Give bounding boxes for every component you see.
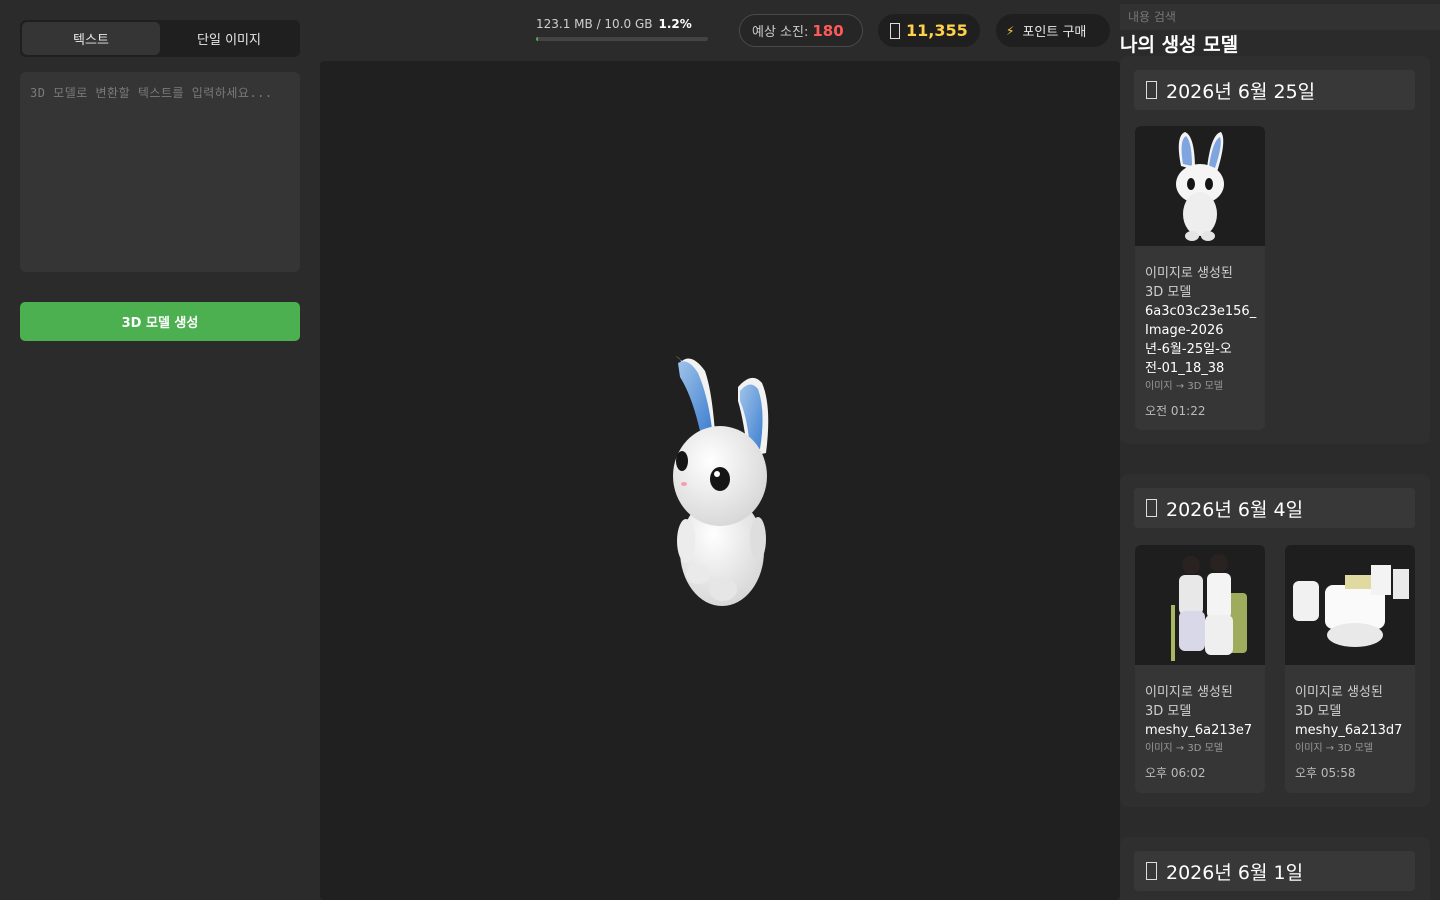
generate-3d-button[interactable]: 3D 모델 생성 [20, 302, 300, 341]
calendar-icon [1146, 499, 1157, 517]
date-group-header: 2026년 6월 25일 [1134, 70, 1415, 110]
card-source-line: 이미지로 생성된 [1145, 266, 1233, 281]
date-group: 2026년 6월 1일 [1120, 837, 1430, 900]
app-root: 텍스트 단일 이미지 3D 모델 생성 123.1 MB / 10.0 GB 1.… [0, 0, 1440, 900]
card-time: 오후 06:02 [1145, 766, 1206, 780]
left-panel: 텍스트 단일 이미지 3D 모델 생성 [0, 0, 320, 900]
date-group: 2026년 6월 25일 이미지로 생성된 3D 모델 6a3c03c23e15… [1120, 56, 1430, 444]
my-models-title: 나의 생성 모델 [1120, 34, 1239, 56]
points-icon [890, 22, 900, 39]
calendar-icon [1146, 862, 1157, 880]
storage-usage: 123.1 MB / 10.0 GB 1.2% [536, 17, 711, 41]
tab-text[interactable]: 텍스트 [22, 22, 160, 55]
date-group: 2026년 6월 4일 이미지로 생성된 3D 모델 meshy_6a213e7… [1120, 474, 1430, 807]
estimated-cost: 예상 소진: 180 [739, 14, 863, 47]
group-date: 2026년 6월 1일 [1166, 861, 1304, 884]
storage-bar-fill [536, 37, 539, 41]
calendar-icon [1146, 81, 1157, 99]
right-panel: 나의 생성 모델 2026년 6월 25일 [1120, 0, 1440, 900]
group-date: 2026년 6월 25일 [1166, 80, 1316, 103]
storage-bar [536, 37, 708, 41]
model-card[interactable]: 이미지로 생성된 3D 모델 meshy_6a213e7 이미지 → 3D 모델… [1135, 545, 1265, 793]
prompt-input[interactable] [20, 72, 300, 272]
model-card[interactable]: 이미지로 생성된 3D 모델 meshy_6a213d7 이미지 → 3D 모델… [1285, 545, 1415, 793]
card-time: 오전 01:22 [1145, 404, 1206, 418]
model-thumbnail [1135, 126, 1265, 246]
card-source-line-2: 3D 모델 [1145, 704, 1192, 719]
points-balance: 11,355 [878, 14, 980, 47]
mode-tabs: 텍스트 단일 이미지 [20, 20, 300, 57]
model-thumbnail [1285, 545, 1415, 665]
card-source-line: 이미지로 생성된 [1145, 685, 1233, 700]
card-source-line-2: 3D 모델 [1295, 704, 1342, 719]
card-source-line: 이미지로 생성된 [1295, 685, 1383, 700]
model-viewport[interactable] [320, 61, 1120, 900]
buy-points-button[interactable]: ⚡ 포인트 구매 [996, 14, 1110, 47]
cost-value: 180 [812, 21, 844, 40]
group-date: 2026년 6월 4일 [1166, 498, 1304, 521]
card-type-tag: 이미지 → 3D 모델 [1295, 743, 1373, 754]
card-time: 오후 05:58 [1295, 766, 1356, 780]
card-type-tag: 이미지 → 3D 모델 [1145, 743, 1223, 754]
date-group-header: 2026년 6월 1일 [1134, 851, 1415, 891]
card-model-name: 6a3c03c23e156_ Image-2026 년-6월-25일-오 전-0… [1145, 304, 1257, 376]
card-model-name: meshy_6a213d7 [1295, 723, 1403, 738]
card-source-line-2: 3D 모델 [1145, 285, 1192, 300]
buy-points-label: 포인트 구매 [1022, 25, 1087, 40]
model-card[interactable]: 이미지로 생성된 3D 모델 6a3c03c23e156_ Image-2026… [1135, 126, 1265, 430]
bolt-icon: ⚡ [1006, 23, 1015, 38]
card-type-tag: 이미지 → 3D 모델 [1145, 381, 1223, 392]
cost-label: 예상 소진: [752, 25, 809, 40]
tab-single-image[interactable]: 단일 이미지 [160, 22, 298, 55]
storage-text: 123.1 MB / 10.0 GB [536, 17, 653, 31]
storage-percent: 1.2% [658, 17, 692, 31]
bunny-model [673, 355, 769, 606]
points-value: 11,355 [906, 21, 968, 40]
model-thumbnail [1135, 545, 1265, 665]
date-group-header: 2026년 6월 4일 [1134, 488, 1415, 528]
card-model-name: meshy_6a213e7 [1145, 723, 1253, 738]
content-search-input[interactable] [1120, 4, 1440, 30]
